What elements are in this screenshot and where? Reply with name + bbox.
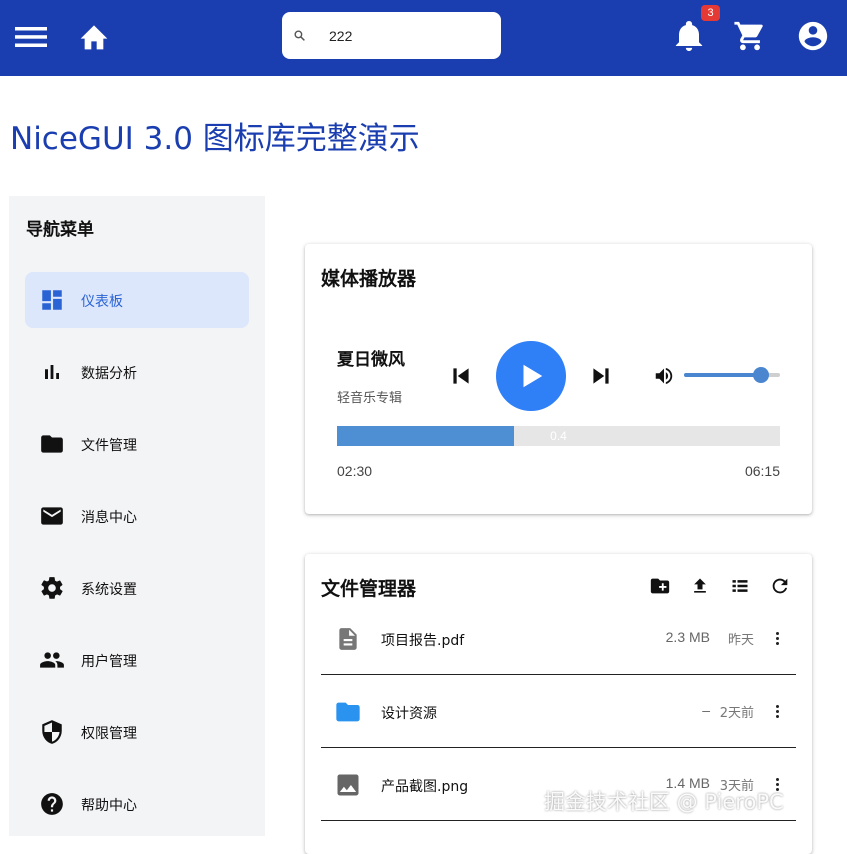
document-icon [333, 624, 363, 654]
refresh-button[interactable] [768, 574, 792, 598]
more-vert-icon[interactable] [772, 628, 782, 648]
volume-slider[interactable] [684, 367, 780, 383]
sidebar-item-dashboard[interactable]: 仪表板 [25, 272, 249, 328]
media-player-card: 媒体播放器 夏日微风 轻音乐专辑 0.4 02:30 06:15 [305, 244, 812, 514]
file-manager-title: 文件管理器 [321, 578, 417, 600]
sidebar-item-help[interactable]: 帮助中心 [25, 776, 249, 832]
file-name: 产品截图.png [381, 779, 469, 795]
people-icon [39, 647, 65, 673]
volume-icon [655, 367, 673, 385]
sidebar: 导航菜单 仪表板 数据分析 文件管理 消息中心 系统设置 用户管理 权限管理 帮… [9, 196, 265, 836]
sidebar-item-label: 权限管理 [81, 726, 137, 742]
sidebar-item-users[interactable]: 用户管理 [25, 632, 249, 688]
home-icon[interactable] [77, 19, 111, 53]
bell-icon[interactable] [673, 18, 705, 54]
sidebar-item-label: 用户管理 [81, 654, 137, 670]
file-size: – [702, 702, 710, 718]
file-name: 项目报告.pdf [381, 633, 465, 649]
volume-fill [684, 373, 761, 377]
play-button[interactable] [496, 341, 566, 411]
page-title: NiceGUI 3.0 图标库完整演示 [10, 121, 420, 157]
help-icon [39, 791, 65, 817]
create-folder-icon [650, 578, 670, 594]
sidebar-item-permissions[interactable]: 权限管理 [25, 704, 249, 760]
sidebar-item-label: 消息中心 [81, 510, 137, 526]
list-view-icon [732, 580, 748, 592]
sidebar-item-analytics[interactable]: 数据分析 [25, 344, 249, 400]
bar-chart-icon [39, 359, 65, 385]
menu-icon[interactable] [14, 22, 48, 52]
skip-next-button[interactable] [586, 361, 616, 391]
dashboard-icon [39, 287, 65, 313]
progress-label: 0.4 [550, 429, 567, 443]
upload-button[interactable] [688, 574, 712, 598]
file-name: 设计资源 [381, 706, 437, 722]
search-icon [294, 30, 305, 41]
folder-icon [333, 697, 363, 727]
upload-icon [694, 578, 706, 593]
search-bar[interactable] [282, 12, 501, 59]
volume-thumb[interactable] [752, 367, 769, 383]
sidebar-title: 导航菜单 [26, 220, 94, 240]
file-row[interactable]: 设计资源 – 2天前 [321, 675, 796, 748]
file-date: 昨天 [727, 633, 754, 648]
skip-previous-button[interactable] [446, 361, 476, 391]
playback-progress-bar[interactable]: 0.4 [337, 426, 780, 446]
skip-next-icon [593, 368, 609, 384]
sidebar-item-label: 文件管理 [81, 438, 137, 454]
watermark: 掘金技术社区 @ PieroPC [544, 790, 784, 814]
mail-icon [39, 503, 65, 529]
create-folder-button[interactable] [648, 574, 672, 598]
gear-icon [39, 575, 65, 601]
refresh-icon [772, 578, 788, 594]
current-time: 02:30 [337, 463, 373, 479]
sidebar-item-label: 仪表板 [81, 294, 123, 310]
list-view-button[interactable] [728, 574, 752, 598]
shield-icon [39, 719, 65, 745]
file-size: 2.3 MB [665, 629, 710, 645]
notification-badge: 3 [701, 5, 720, 21]
account-circle-icon[interactable] [795, 18, 831, 54]
sidebar-item-label: 系统设置 [81, 582, 137, 598]
image-icon [333, 770, 363, 800]
cart-icon[interactable] [732, 18, 768, 54]
sidebar-item-files[interactable]: 文件管理 [25, 416, 249, 472]
media-player-title: 媒体播放器 [321, 268, 417, 290]
skip-previous-icon [453, 368, 469, 384]
song-title: 夏日微风 [337, 350, 405, 370]
sidebar-item-messages[interactable]: 消息中心 [25, 488, 249, 544]
sidebar-item-label: 数据分析 [81, 366, 137, 382]
search-input[interactable] [329, 24, 489, 48]
sidebar-item-label: 帮助中心 [81, 798, 137, 814]
total-time: 06:15 [744, 463, 780, 479]
file-date: 2天前 [719, 706, 754, 721]
play-icon [523, 364, 543, 388]
volume-button[interactable] [651, 363, 677, 389]
folder-icon [39, 431, 65, 457]
more-vert-icon[interactable] [772, 701, 782, 721]
sidebar-item-settings[interactable]: 系统设置 [25, 560, 249, 616]
file-row[interactable]: 项目报告.pdf 2.3 MB 昨天 [321, 602, 796, 675]
song-album: 轻音乐专辑 [337, 391, 403, 406]
top-header: 3 [0, 0, 847, 76]
